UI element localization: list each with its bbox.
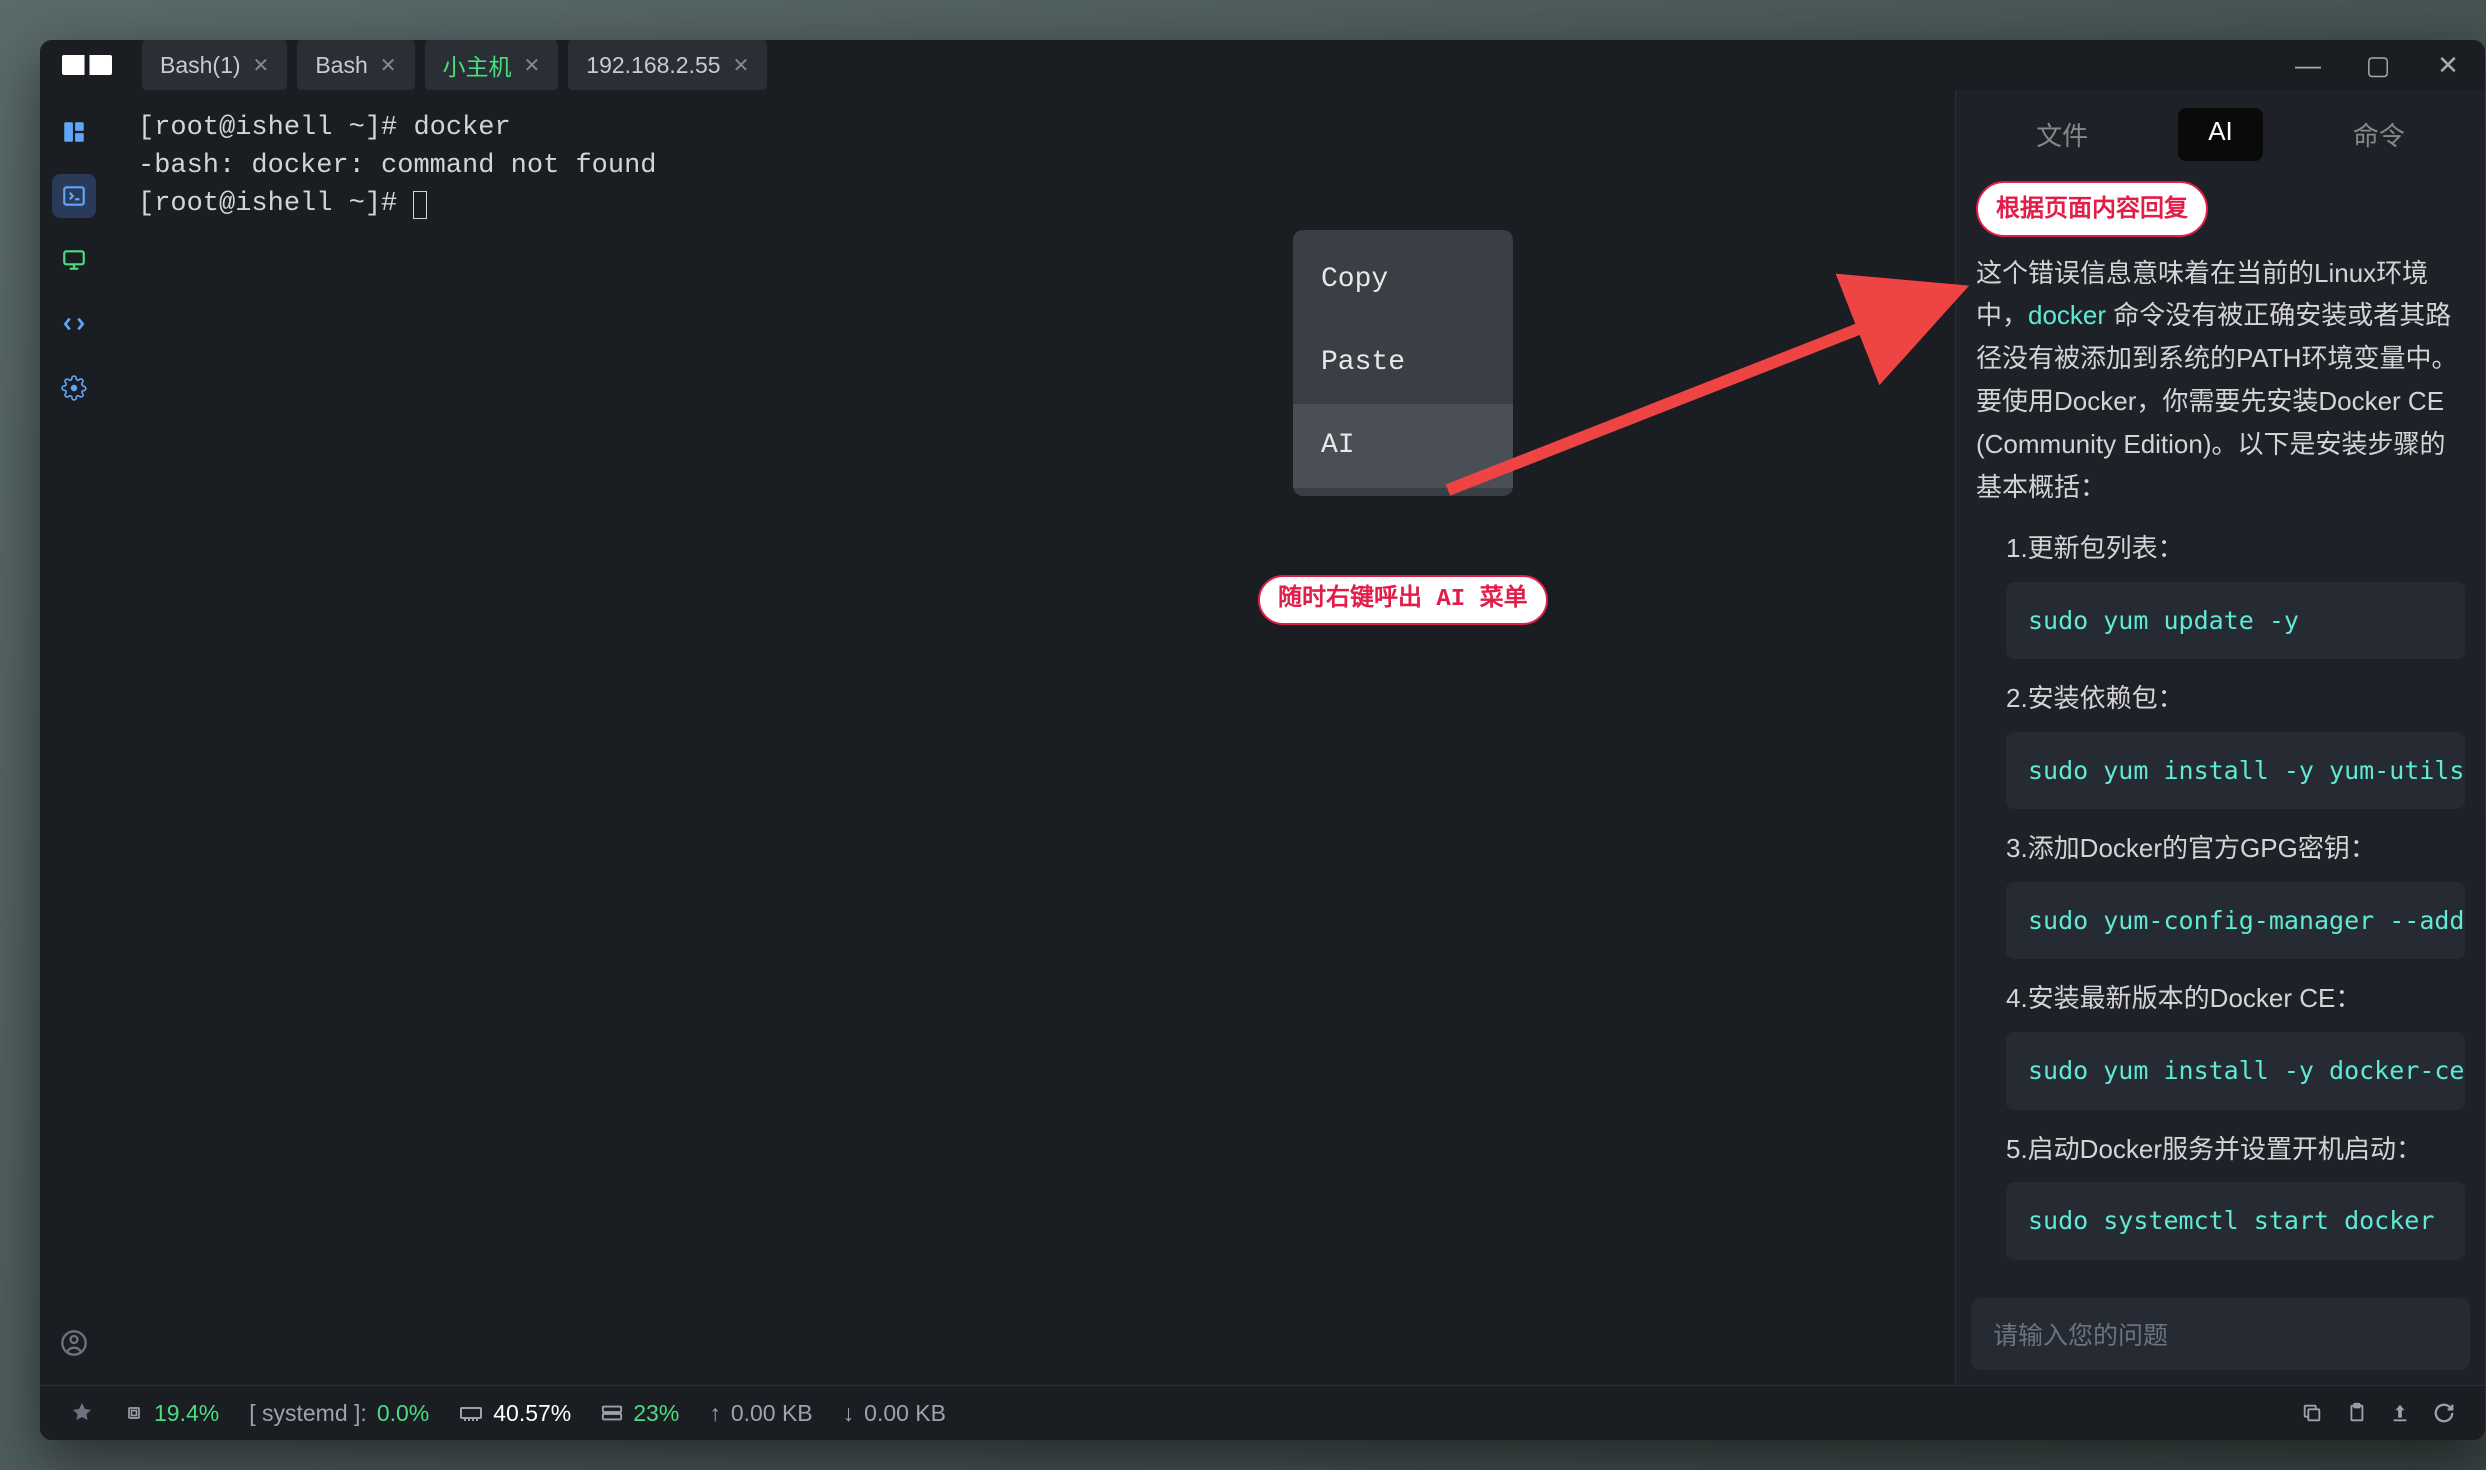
sidebar-settings-icon[interactable] — [52, 366, 96, 410]
annotation-reply-hint: 根据页面内容回复 — [1976, 181, 2208, 237]
status-process: [ systemd ]: 0.0% — [249, 1400, 429, 1427]
close-icon[interactable]: ✕ — [253, 53, 270, 78]
close-button[interactable]: ✕ — [2433, 50, 2463, 81]
terminal-line: -bash: docker: command not found — [138, 148, 1925, 186]
close-icon[interactable]: ✕ — [380, 53, 397, 78]
context-menu: Copy Paste AI — [1293, 230, 1513, 496]
sidebar-user-icon[interactable] — [52, 1321, 96, 1365]
tab-bar: Bash(1) ✕ Bash ✕ 小主机 ✕ 192.168.2.55 ✕ — [142, 40, 2293, 92]
rocket-icon[interactable] — [70, 1401, 94, 1425]
terminal-line: [root@ishell ~]# — [138, 186, 1925, 224]
code-block[interactable]: sudo yum-config-manager --add- — [2006, 882, 2465, 959]
cursor — [413, 191, 427, 219]
status-memory: 40.57% — [459, 1400, 571, 1427]
status-download: ↓0.00 KB — [843, 1400, 946, 1427]
ai-step: 1.更新包列表： — [1976, 527, 2465, 570]
ai-step: 3.添加Docker的官方GPG密钥： — [1976, 827, 2465, 870]
sidebar-monitor-icon[interactable] — [52, 238, 96, 282]
right-tab-file[interactable]: 文件 — [2006, 108, 2118, 161]
status-upload: ↑0.00 KB — [709, 1400, 812, 1427]
minimize-button[interactable]: — — [2293, 50, 2323, 81]
refresh-icon[interactable] — [2433, 1402, 2455, 1424]
ai-input[interactable]: 请输入您的问题 — [1971, 1298, 2470, 1370]
maximize-button[interactable]: ▢ — [2363, 50, 2393, 81]
ai-step: 5.启动Docker服务并设置开机启动： — [1976, 1128, 2465, 1171]
code-block[interactable]: sudo systemctl start docker — [2006, 1182, 2465, 1259]
copy-icon[interactable] — [2301, 1402, 2323, 1424]
tab-ip[interactable]: 192.168.2.55 ✕ — [568, 40, 767, 92]
tab-host[interactable]: 小主机 ✕ — [425, 40, 559, 92]
status-actions — [2301, 1402, 2455, 1424]
status-bar: 19.4% [ systemd ]: 0.0% 40.57% 23% ↑0.00… — [40, 1385, 2485, 1440]
tab-label: Bash — [315, 52, 367, 79]
right-panel-tabs: 文件 AI 命令 — [1956, 90, 2485, 171]
code-block[interactable]: sudo yum install -y yum-utils devi — [2006, 732, 2465, 809]
close-icon[interactable]: ✕ — [733, 53, 750, 78]
terminal-line: [root@ishell ~]# docker — [138, 110, 1925, 148]
sidebar-terminal-icon[interactable] — [52, 174, 96, 218]
sidebar — [40, 90, 108, 1385]
main-area: [root@ishell ~]# docker -bash: docker: c… — [40, 90, 2485, 1385]
tab-label: 小主机 — [443, 48, 512, 82]
menu-ai[interactable]: AI — [1293, 404, 1513, 487]
upload-icon[interactable] — [2389, 1402, 2411, 1424]
menu-copy[interactable]: Copy — [1293, 238, 1513, 321]
right-tab-cmd[interactable]: 命令 — [2323, 108, 2435, 161]
ai-content: 根据页面内容回复 这个错误信息意味着在当前的Linux环境中，docker 命令… — [1956, 171, 2485, 1288]
docker-keyword: docker — [2028, 300, 2106, 330]
app-window: Bash(1) ✕ Bash ✕ 小主机 ✕ 192.168.2.55 ✕ — … — [40, 40, 2485, 1440]
app-logo — [62, 55, 112, 75]
annotation-menu-hint: 随时右键呼出 AI 菜单 — [1258, 575, 1548, 625]
code-block[interactable]: sudo yum install -y docker-ce doc — [2006, 1032, 2465, 1109]
menu-paste[interactable]: Paste — [1293, 321, 1513, 404]
code-block[interactable]: sudo yum update -y — [2006, 582, 2465, 659]
window-controls: — ▢ ✕ — [2293, 50, 2463, 81]
status-cpu: 19.4% — [124, 1400, 219, 1427]
status-disk: 23% — [601, 1400, 679, 1427]
paste-icon[interactable] — [2345, 1402, 2367, 1424]
titlebar: Bash(1) ✕ Bash ✕ 小主机 ✕ 192.168.2.55 ✕ — … — [40, 40, 2485, 90]
ai-step: 2.安装依赖包： — [1976, 677, 2465, 720]
ai-intro: 这个错误信息意味着在当前的Linux环境中，docker 命令没有被正确安装或者… — [1976, 252, 2465, 509]
tab-label: 192.168.2.55 — [586, 52, 720, 79]
terminal[interactable]: [root@ishell ~]# docker -bash: docker: c… — [108, 90, 1955, 1385]
sidebar-transfer-icon[interactable] — [52, 302, 96, 346]
ai-step: 4.安装最新版本的Docker CE： — [1976, 977, 2465, 1020]
tab-bash-1[interactable]: Bash(1) ✕ — [142, 40, 287, 92]
tab-label: Bash(1) — [160, 52, 241, 79]
tab-bash[interactable]: Bash ✕ — [297, 40, 414, 92]
right-panel: 文件 AI 命令 根据页面内容回复 这个错误信息意味着在当前的Linux环境中，… — [1955, 90, 2485, 1385]
sidebar-layout-icon[interactable] — [52, 110, 96, 154]
close-icon[interactable]: ✕ — [524, 53, 541, 78]
right-tab-ai[interactable]: AI — [2178, 108, 2263, 161]
